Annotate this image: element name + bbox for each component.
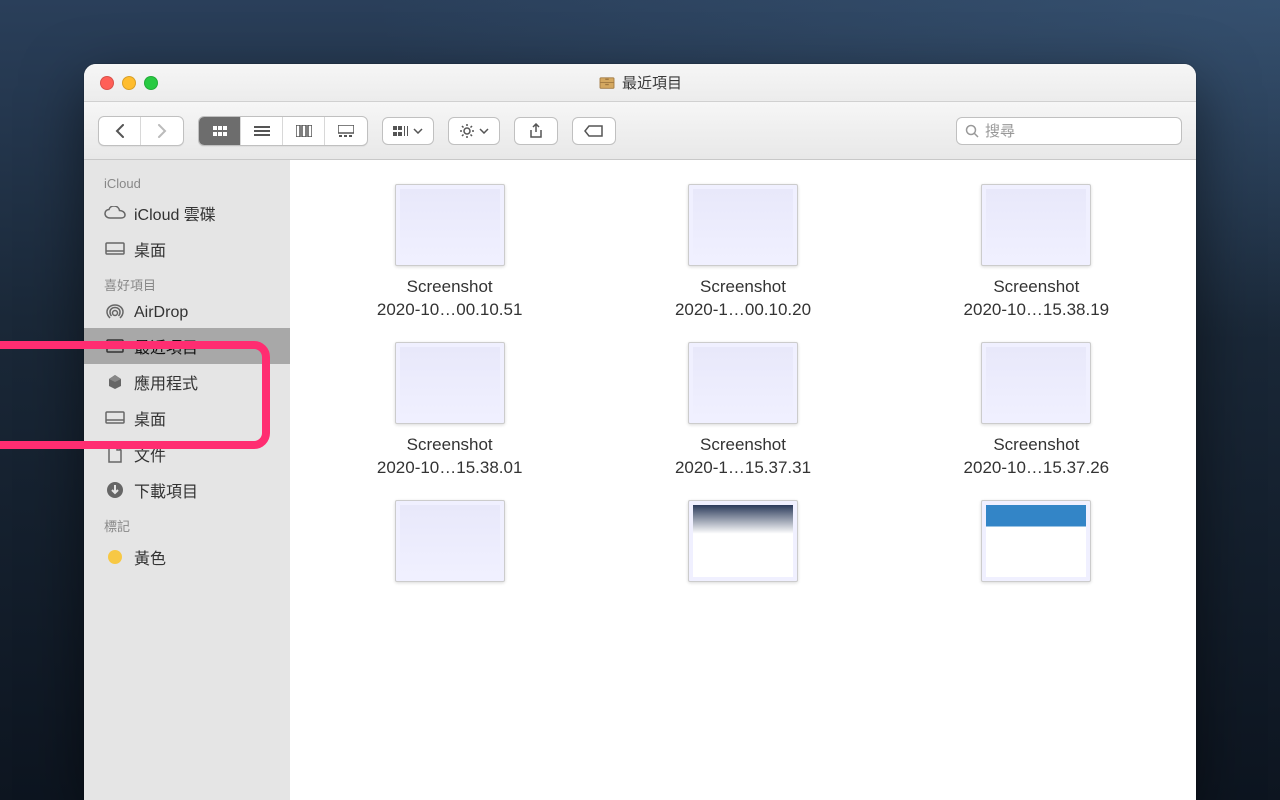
traffic-lights bbox=[84, 76, 158, 90]
apps-icon bbox=[104, 373, 126, 391]
sidebar-item-downloads[interactable]: 下載項目 bbox=[84, 472, 290, 508]
sidebar-item-recents[interactable]: 最近項目 bbox=[84, 328, 290, 364]
files-view[interactable]: Screenshot2020-10…00.10.51 Screenshot202… bbox=[290, 160, 1196, 800]
toolbar: 搜尋 bbox=[84, 102, 1196, 160]
file-thumbnail bbox=[688, 184, 798, 266]
nav-buttons bbox=[98, 116, 184, 146]
minimize-button[interactable] bbox=[122, 76, 136, 90]
sidebar-item-label: iCloud 雲碟 bbox=[134, 201, 216, 225]
tag-icon bbox=[584, 124, 604, 138]
content-area: iCloud iCloud 雲碟 桌面 喜好項目 AirDrop 最近項目 應用… bbox=[84, 160, 1196, 800]
icon-view-button[interactable] bbox=[199, 117, 241, 145]
sidebar-item-desktop[interactable]: 桌面 bbox=[84, 231, 290, 267]
sidebar-item-label: 黃色 bbox=[134, 545, 166, 569]
sidebar-item-label: 應用程式 bbox=[134, 370, 198, 394]
file-item[interactable]: Screenshot2020-10…15.38.01 bbox=[308, 342, 591, 480]
sidebar-item-airdrop[interactable]: AirDrop bbox=[84, 298, 290, 328]
titlebar[interactable]: 最近項目 bbox=[84, 64, 1196, 102]
actions-button[interactable] bbox=[448, 117, 500, 145]
gallery-view-button[interactable] bbox=[325, 117, 367, 145]
file-item[interactable]: Screenshot2020-1…15.37.31 bbox=[601, 342, 884, 480]
recents-icon bbox=[104, 337, 126, 355]
list-view-button[interactable] bbox=[241, 117, 283, 145]
documents-icon bbox=[104, 445, 126, 463]
file-item[interactable]: Screenshot2020-10…15.38.19 bbox=[895, 184, 1178, 322]
downloads-icon bbox=[104, 481, 126, 499]
file-name: Screenshot2020-10…15.38.19 bbox=[964, 276, 1110, 322]
file-name: Screenshot2020-10…15.37.26 bbox=[964, 434, 1110, 480]
file-name: Screenshot2020-1…15.37.31 bbox=[675, 434, 811, 480]
group-by-button[interactable] bbox=[382, 117, 434, 145]
file-thumbnail bbox=[688, 500, 798, 582]
drawer-icon bbox=[598, 76, 616, 90]
column-view-button[interactable] bbox=[283, 117, 325, 145]
file-name: Screenshot2020-10…00.10.51 bbox=[377, 276, 523, 322]
sidebar-item-label: 桌面 bbox=[134, 406, 166, 430]
back-button[interactable] bbox=[99, 117, 141, 145]
forward-button[interactable] bbox=[141, 117, 183, 145]
file-thumbnail bbox=[395, 342, 505, 424]
tag-dot-icon bbox=[104, 548, 126, 566]
group-icon bbox=[393, 125, 409, 137]
file-thumbnail bbox=[981, 500, 1091, 582]
search-input[interactable]: 搜尋 bbox=[956, 117, 1182, 145]
sidebar-item-label: 文件 bbox=[134, 442, 166, 466]
share-icon bbox=[529, 123, 543, 139]
sidebar-item-desktop-fav[interactable]: 桌面 bbox=[84, 400, 290, 436]
sidebar-item-tag-yellow[interactable]: 黃色 bbox=[84, 539, 290, 575]
file-name: Screenshot2020-10…15.38.01 bbox=[377, 434, 523, 480]
file-thumbnail bbox=[395, 500, 505, 582]
share-button[interactable] bbox=[514, 117, 558, 145]
sidebar-item-label: 桌面 bbox=[134, 237, 166, 261]
files-grid: Screenshot2020-10…00.10.51 Screenshot202… bbox=[308, 184, 1178, 592]
file-item[interactable]: Screenshot2020-10…15.37.26 bbox=[895, 342, 1178, 480]
sidebar-item-applications[interactable]: 應用程式 bbox=[84, 364, 290, 400]
file-thumbnail bbox=[981, 342, 1091, 424]
desktop-icon bbox=[104, 240, 126, 258]
sidebar-section-tags: 標記 bbox=[84, 508, 290, 539]
sidebar-section-icloud: iCloud bbox=[84, 168, 290, 195]
finder-window: 最近項目 搜尋 bbox=[84, 64, 1196, 800]
sidebar-item-documents[interactable]: 文件 bbox=[84, 436, 290, 472]
file-thumbnail bbox=[395, 184, 505, 266]
window-title: 最近項目 bbox=[84, 72, 1196, 93]
file-item[interactable] bbox=[601, 500, 884, 592]
gear-icon bbox=[459, 123, 475, 139]
airdrop-icon bbox=[104, 304, 126, 322]
file-name: Screenshot2020-1…00.10.20 bbox=[675, 276, 811, 322]
maximize-button[interactable] bbox=[144, 76, 158, 90]
sidebar-item-label: AirDrop bbox=[134, 304, 188, 322]
view-buttons bbox=[198, 116, 368, 146]
file-item[interactable]: Screenshot2020-1…00.10.20 bbox=[601, 184, 884, 322]
search-placeholder: 搜尋 bbox=[985, 120, 1015, 141]
chevron-down-icon bbox=[413, 128, 423, 134]
file-item[interactable] bbox=[308, 500, 591, 592]
sidebar-item-label: 下載項目 bbox=[134, 478, 198, 502]
desktop-icon bbox=[104, 409, 126, 427]
file-item[interactable]: Screenshot2020-10…00.10.51 bbox=[308, 184, 591, 322]
tags-button[interactable] bbox=[572, 117, 616, 145]
search-icon bbox=[965, 124, 979, 138]
cloud-icon bbox=[104, 204, 126, 222]
close-button[interactable] bbox=[100, 76, 114, 90]
chevron-down-icon bbox=[479, 128, 489, 134]
sidebar-section-favorites: 喜好項目 bbox=[84, 267, 290, 298]
file-thumbnail bbox=[981, 184, 1091, 266]
sidebar: iCloud iCloud 雲碟 桌面 喜好項目 AirDrop 最近項目 應用… bbox=[84, 160, 290, 800]
sidebar-item-icloud-drive[interactable]: iCloud 雲碟 bbox=[84, 195, 290, 231]
file-thumbnail bbox=[688, 342, 798, 424]
file-item[interactable] bbox=[895, 500, 1178, 592]
sidebar-item-label: 最近項目 bbox=[134, 334, 198, 358]
